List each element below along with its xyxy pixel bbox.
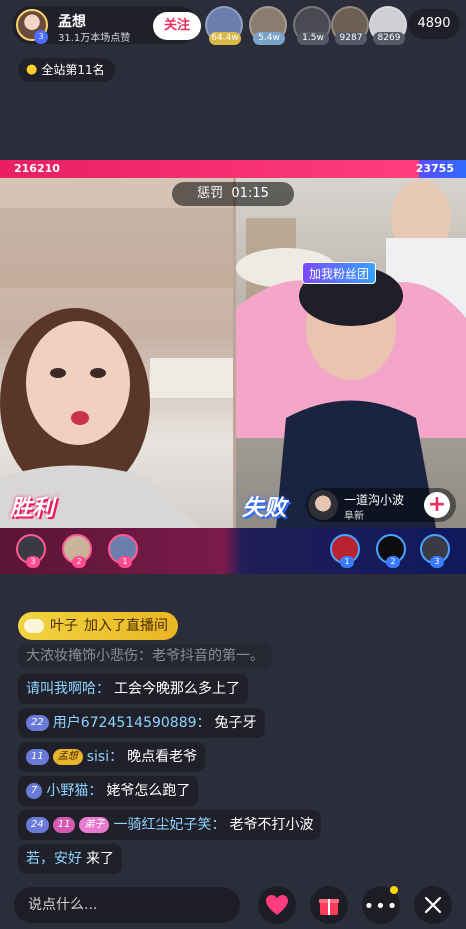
top-viewer-avatar[interactable]: 1.5w xyxy=(293,6,331,45)
score-right: 23755 xyxy=(415,162,454,175)
chat-message: 若，安好 来了 xyxy=(18,844,122,874)
chat-user[interactable]: 小野猫： xyxy=(46,776,102,806)
join-text: 加入了直播间 xyxy=(84,618,168,634)
opponent-video[interactable]: 失败 xyxy=(236,178,466,528)
rank-label: 全站第11名 xyxy=(41,63,105,77)
host-video[interactable]: 胜利 xyxy=(0,178,233,528)
host-video-frame xyxy=(0,208,233,528)
viewer-contribution: 1.5w xyxy=(297,32,329,45)
chat-message: 11 孟想 sisi： 晚点看老爷 xyxy=(18,742,206,772)
left-contributor[interactable]: 1 xyxy=(108,534,138,568)
more-icon[interactable]: ••• xyxy=(362,886,400,924)
gift-icon[interactable] xyxy=(310,886,348,924)
viewer-contribution: 64.4w xyxy=(209,32,241,45)
flame-icon: ● xyxy=(26,62,38,77)
chat-user[interactable]: sisi： xyxy=(87,742,123,772)
fan-badge: 孟想 xyxy=(52,749,83,765)
chat-text: 晚点看老爷 xyxy=(127,749,198,765)
chat-text: 来了 xyxy=(86,851,114,867)
top-viewer-avatar[interactable]: 9287 xyxy=(331,6,369,45)
right-contributor[interactable]: 2 xyxy=(376,534,406,568)
contributor-rank: 3 xyxy=(26,556,40,568)
opponent-name: 一道沟小波 xyxy=(344,493,405,507)
level-badge: 7 xyxy=(26,783,43,799)
host-name: 孟想 xyxy=(58,14,86,30)
bottom-bar: ••• xyxy=(0,880,466,929)
chat-text: 工会今晚那么多上了 xyxy=(114,681,240,697)
contributor-rank: 2 xyxy=(72,556,86,568)
chat-user[interactable]: 一骑红尘妃子笑： xyxy=(113,810,225,840)
level-badge: 22 xyxy=(26,715,49,731)
opponent-video-frame xyxy=(236,180,466,528)
host-level-badge: 3 xyxy=(34,30,48,44)
chat-user[interactable]: 请叫我啊哈： xyxy=(26,674,110,704)
contributor-rank: 2 xyxy=(386,556,400,568)
heart-icon[interactable] xyxy=(258,886,296,924)
lose-stamp: 失败 xyxy=(242,496,287,521)
join-user[interactable]: 叶子 xyxy=(50,612,78,640)
top-viewer-avatar[interactable]: 5.4w xyxy=(249,6,287,45)
notification-dot xyxy=(390,886,398,894)
close-icon[interactable] xyxy=(414,886,452,924)
pk-video-area: 胜利 失败 惩罚 01:15 加我粉丝团 一道沟小波 阜新 + xyxy=(0,178,466,528)
chat-message: 大浓妆掩饰小悲伤：老爷抖音的第一。 xyxy=(18,644,272,668)
add-opponent-button[interactable]: + xyxy=(424,492,450,518)
fan-badge: 弟子 xyxy=(79,817,110,833)
follow-button[interactable]: 关注 xyxy=(153,12,201,40)
viewer-contribution: 8269 xyxy=(373,32,405,45)
join-notice: 叶子 加入了直播间 xyxy=(18,612,178,640)
score-left: 216210 xyxy=(14,162,60,175)
contributor-rank: 1 xyxy=(118,556,132,568)
viewer-count[interactable]: 4890 xyxy=(408,9,460,39)
rank-pill[interactable]: ● 全站第11名 xyxy=(18,58,115,82)
chat-message: 7 小野猫： 姥爷怎么跑了 xyxy=(18,776,199,806)
fan-level-badge: 11 xyxy=(52,817,76,833)
chat-text: 大浓妆掩饰小悲伤：老爷抖音的第一。 xyxy=(26,648,264,664)
host-likes: 31.1万本场点赞 xyxy=(58,33,131,44)
chat-message: 请叫我啊哈： 工会今晚那么多上了 xyxy=(18,674,248,704)
chat-text: 姥爷怎么跑了 xyxy=(106,783,191,799)
comment-input[interactable] xyxy=(14,887,240,923)
chat-user[interactable]: 用户6724514590889： xyxy=(53,708,211,738)
top-bar: 3 孟想 31.1万本场点赞 关注 64.4w 5.4w 1.5w 9287 8… xyxy=(0,0,466,52)
score-bar-right: 23755 xyxy=(415,160,466,178)
chat-text: 兔子牙 xyxy=(214,715,257,731)
opponent-card[interactable]: 一道沟小波 阜新 + xyxy=(306,488,456,522)
pk-score-bar: 216210 23755 xyxy=(0,160,466,178)
right-contributor[interactable]: 1 xyxy=(330,534,360,568)
left-contributor[interactable]: 2 xyxy=(62,534,92,568)
pk-timer-label: 惩罚 xyxy=(197,186,224,201)
chat-user[interactable]: 若，安好 xyxy=(26,844,82,874)
right-contributor[interactable]: 3 xyxy=(420,534,450,568)
user-badge-icon xyxy=(24,619,44,633)
top-viewer-avatar[interactable]: 64.4w xyxy=(205,6,243,45)
viewer-contribution: 5.4w xyxy=(253,32,285,45)
chat-message: 22 用户6724514590889： 兔子牙 xyxy=(18,708,265,738)
chat-text: 老爷不打小波 xyxy=(229,817,314,833)
pk-timer-value: 01:15 xyxy=(231,186,269,201)
level-badge: 24 xyxy=(26,817,49,833)
opponent-location: 阜新 xyxy=(344,511,364,522)
fan-club-banner[interactable]: 加我粉丝团 xyxy=(302,262,377,284)
viewer-contribution: 9287 xyxy=(335,32,367,45)
chat-message: 24 11 弟子 一骑红尘妃子笑： 老爷不打小波 xyxy=(18,810,322,840)
level-badge: 11 xyxy=(26,749,49,765)
win-stamp: 胜利 xyxy=(10,496,55,521)
top-viewer-avatar[interactable]: 8269 xyxy=(369,6,407,45)
pk-contributors: 3 2 1 1 2 3 xyxy=(0,528,466,574)
left-contributor[interactable]: 3 xyxy=(16,534,46,568)
host-card[interactable]: 3 孟想 31.1万本场点赞 关注 xyxy=(12,6,201,44)
contributor-rank: 3 xyxy=(430,556,444,568)
pk-timer: 惩罚 01:15 xyxy=(172,182,294,206)
opponent-avatar[interactable] xyxy=(308,490,338,520)
contributor-rank: 1 xyxy=(340,556,354,568)
score-bar-left: 216210 xyxy=(0,160,420,178)
